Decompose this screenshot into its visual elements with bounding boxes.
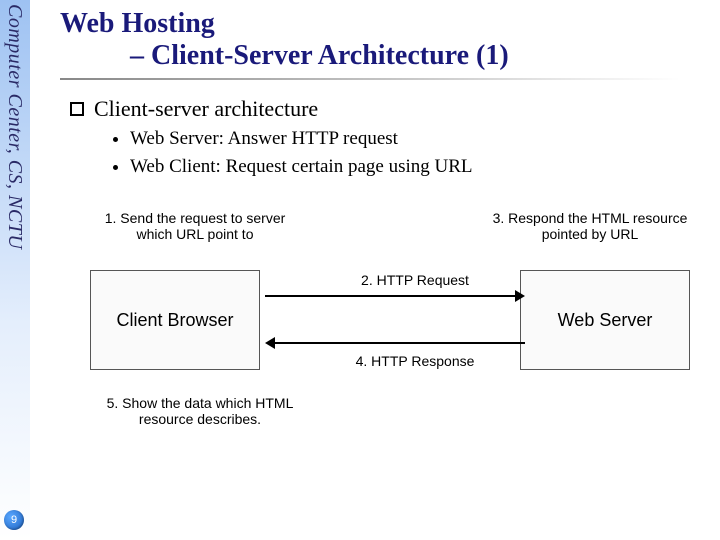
bullet-main: Client-server architecture <box>70 96 710 122</box>
web-server-box: Web Server <box>520 270 690 370</box>
client-browser-box: Client Browser <box>90 270 260 370</box>
arrow-response-icon <box>275 342 525 344</box>
bullet-main-text: Client-server architecture <box>94 96 318 122</box>
client-browser-text: Client Browser <box>116 310 233 331</box>
bullet-section: Client-server architecture Web Server: A… <box>70 96 710 178</box>
square-bullet-icon <box>70 102 84 116</box>
slide: Computer Center, CS, NCTU 9 Web Hosting … <box>0 0 720 540</box>
title-line1: Web Hosting <box>60 8 710 40</box>
title-line2: – Client-Server Architecture (1) <box>60 40 710 72</box>
sub-bullet-2: Web Client: Request certain page using U… <box>130 156 710 178</box>
title-underline <box>60 78 680 80</box>
arrow-request-icon <box>265 295 515 297</box>
page-number-badge: 9 <box>4 510 24 530</box>
architecture-diagram: 1. Send the request to server which URL … <box>60 210 700 500</box>
sidebar-strip: Computer Center, CS, NCTU <box>0 0 30 540</box>
step1-label: 1. Send the request to server which URL … <box>90 210 300 242</box>
http-response-label: 4. HTTP Response <box>325 353 505 369</box>
step3-label: 3. Respond the HTML resource pointed by … <box>480 210 700 242</box>
sub-bullet-1: Web Server: Answer HTTP request <box>130 128 710 150</box>
sub-bullet-list: Web Server: Answer HTTP request Web Clie… <box>112 128 710 178</box>
web-server-text: Web Server <box>558 310 653 331</box>
http-request-label: 2. HTTP Request <box>325 272 505 288</box>
content-area: Web Hosting – Client-Server Architecture… <box>60 8 710 184</box>
step5-label: 5. Show the data which HTML resource des… <box>80 395 320 427</box>
sidebar-org-text: Computer Center, CS, NCTU <box>3 4 26 249</box>
